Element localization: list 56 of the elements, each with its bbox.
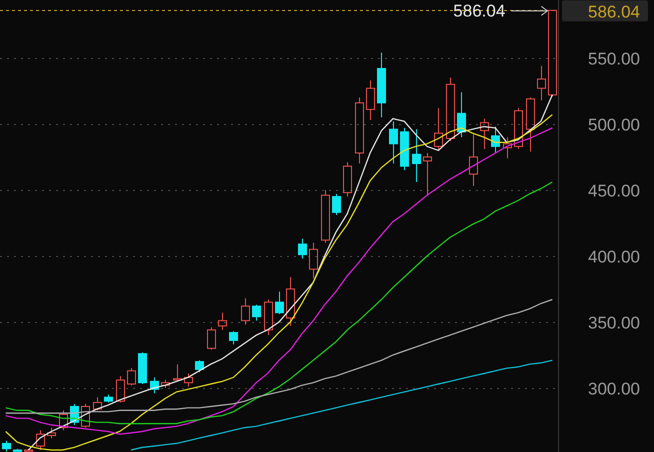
candlestick [93, 396, 102, 411]
candlestick [457, 92, 466, 138]
candlestick [241, 298, 250, 326]
candlestick [434, 108, 443, 151]
candlestick [389, 120, 398, 164]
candlestick [229, 330, 238, 345]
candlestick [36, 430, 45, 451]
candlestick [423, 152, 432, 196]
candlestick [207, 326, 216, 350]
candlestick [298, 238, 307, 260]
candlestick [47, 427, 56, 439]
candlestick [309, 242, 318, 279]
candlestick [366, 80, 375, 120]
axis-label: 300.00 [588, 380, 640, 398]
candlestick [514, 108, 523, 150]
candlestick [116, 376, 125, 403]
candlestick [184, 372, 193, 388]
candlestick [480, 118, 489, 150]
candlestick [195, 360, 204, 373]
axis-label: 500.00 [588, 116, 640, 134]
candlestick [446, 77, 455, 142]
candlestick [537, 65, 546, 101]
axis-label: 400.00 [588, 248, 640, 266]
candlestick [321, 189, 330, 244]
candlestick [252, 304, 261, 322]
candlestick [173, 364, 182, 382]
candlestick [526, 97, 535, 152]
candlestick [127, 368, 136, 386]
candlestick [59, 410, 68, 431]
candlestick [469, 134, 478, 186]
candlestick [264, 299, 273, 336]
candlestick [343, 162, 352, 198]
candlestick [400, 127, 409, 171]
candlestick [138, 352, 147, 385]
candlestick [275, 291, 284, 315]
candlestick [286, 276, 295, 326]
candlestick [150, 376, 159, 394]
axis-label: 450.00 [588, 182, 640, 200]
axis-label: 550.00 [588, 50, 640, 68]
candlestick [13, 448, 22, 452]
candlestick [355, 97, 364, 164]
price-marker: 586.04 [562, 0, 648, 22]
candlestick [104, 394, 113, 403]
candlestick [161, 380, 170, 388]
candlestick [332, 193, 341, 216]
candlestick [491, 126, 500, 154]
candlestick [81, 403, 90, 428]
axis-label: 350.00 [588, 314, 640, 332]
candlestick [377, 52, 386, 118]
arrow-icon [510, 6, 548, 16]
candlestick [503, 136, 512, 159]
price-label: 586.04 [453, 1, 506, 20]
candlestick [412, 128, 421, 183]
candlestick [2, 440, 11, 452]
candlestick [218, 312, 227, 330]
candlestick [24, 448, 33, 452]
